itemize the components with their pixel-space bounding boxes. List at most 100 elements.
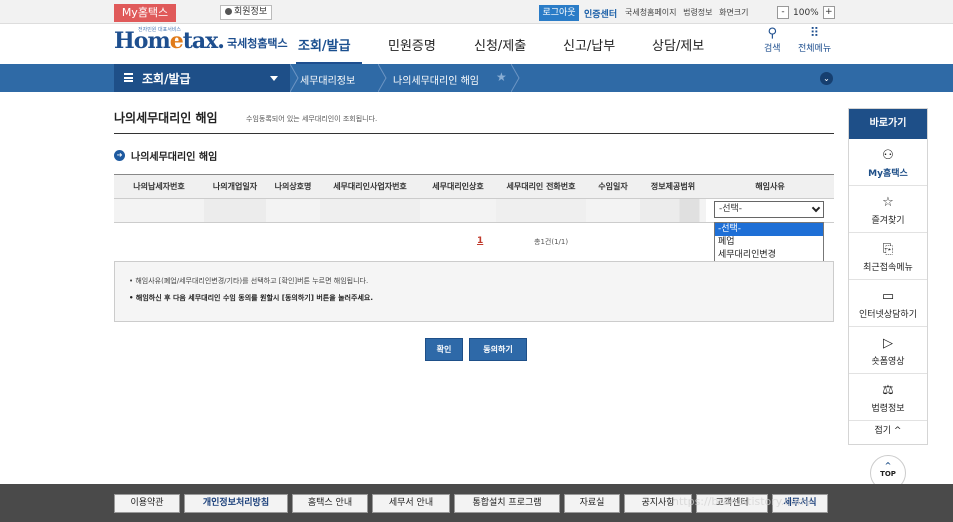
col-dismiss-reason: 해임사유 <box>755 182 785 191</box>
member-info-button[interactable]: 회원정보 <box>220 5 273 20</box>
utility-bar: My홈택스 회원정보 로그아웃 인증센터 국세청홈페이지 법령정보 화면크기 -… <box>0 0 953 24</box>
col-open-date: 나의개업일자 <box>212 182 258 191</box>
breadcrumb-current-page[interactable]: 나의세무대리인 해임 <box>393 72 479 87</box>
section-title-text: 나의세무대리인 해임 <box>131 152 218 163</box>
nts-homepage-link[interactable]: 국세청홈페이지 <box>625 8 677 17</box>
cell-agent-business-number <box>320 199 420 222</box>
all-menu-button[interactable]: ⠿ 전체메뉴 <box>798 26 832 55</box>
confirm-button[interactable]: 확인 <box>425 338 463 361</box>
breadcrumb-tax-agent-info[interactable]: 세무대리정보 <box>300 72 355 87</box>
arrow-right-circle-icon: ➜ <box>114 150 125 161</box>
dismiss-reason-select[interactable]: -선택- <box>714 201 824 218</box>
play-icon: ▷ <box>883 336 893 351</box>
quick-my-hometax-label: My홈택스 <box>868 169 908 179</box>
cell-open-date <box>204 199 266 222</box>
monitor-chat-icon: ▭ <box>881 289 895 304</box>
col-agent-business-number: 세무대리인사업자번호 <box>333 182 407 191</box>
scroll-top-label: TOP <box>880 470 896 478</box>
col-engagement-date: 수임일자 <box>598 182 628 191</box>
breadcrumb-main-menu[interactable]: 조회/발급 <box>114 64 290 92</box>
grid-menu-icon: ⠿ <box>809 26 820 41</box>
footer-archive-link[interactable]: 자료실 <box>564 494 620 513</box>
nav-report-pay[interactable]: 신고/납부 <box>563 35 652 54</box>
quick-menu: 바로가기 ⚇ My홈택스 ☆ 즐겨찾기 ⎘ 최근접속메뉴 ▭ 인터넷상담하기 ▷… <box>848 108 928 445</box>
col-taxpayer-number: 나의납세자번호 <box>133 182 185 191</box>
law-info-link[interactable]: 법령정보 <box>683 8 712 17</box>
global-nav: 조회/발급 민원증명 신청/제출 신고/납부 상담/제보 <box>298 35 712 54</box>
breadcrumb-separator-icon <box>511 64 520 92</box>
person-icon <box>225 8 232 15</box>
quick-law-info[interactable]: ⚖ 법령정보 <box>849 374 927 421</box>
zoom-out-button[interactable]: - <box>777 6 789 19</box>
quick-short-video[interactable]: ▷ 숏폼영상 <box>849 327 927 374</box>
footer-terms-link[interactable]: 이용약관 <box>114 494 180 513</box>
star-icon: ☆ <box>882 195 894 210</box>
col-business-name: 나의상호명 <box>274 182 312 191</box>
nav-consult-report[interactable]: 상담/제보 <box>652 35 712 54</box>
zoom-control: - 100% + <box>777 4 835 21</box>
quick-menu-fold-button[interactable]: 접기 ^ <box>849 421 927 441</box>
chevron-down-icon[interactable]: ⌄ <box>820 72 833 85</box>
watermark-url: https://brand.tistory.com/ <box>672 495 812 508</box>
footer-tax-office-link[interactable]: 세무서 안내 <box>372 494 450 513</box>
quick-recent-menu[interactable]: ⎘ 최근접속메뉴 <box>849 233 927 280</box>
search-button[interactable]: ⚲ 검색 <box>764 27 781 55</box>
all-menu-label: 전체메뉴 <box>798 44 832 54</box>
nav-lookup-issue[interactable]: 조회/발급 <box>298 35 388 54</box>
quick-recent-menu-label: 최근접속메뉴 <box>863 263 913 273</box>
breadcrumb-separator-icon <box>290 64 299 92</box>
cell-taxpayer-number <box>114 199 204 222</box>
favorite-star-icon[interactable]: ★ <box>496 70 507 84</box>
cert-center-link[interactable]: 인증센터 <box>584 7 617 20</box>
hometax-logo[interactable]: 전자민원 대표서비스 Hometax. 국세청홈택스 <box>114 27 288 54</box>
section-title: ➜ 나의세무대리인 해임 <box>114 148 217 163</box>
site-header: 전자민원 대표서비스 Hometax. 국세청홈택스 조회/발급 민원증명 신청… <box>0 24 953 64</box>
recent-menu-icon: ⎘ <box>882 242 894 257</box>
nav-apply-submit[interactable]: 신청/제출 <box>474 35 563 54</box>
notice-line-1: • 해임사유(폐업/세무대리인변경/기타)를 선택하고 [확인]버튼 누르면 해… <box>129 277 369 285</box>
hamburger-icon <box>124 73 133 82</box>
table-header-row: 나의납세자번호 나의개업일자 나의상호명 세무대리인사업자번호 세무대리인상호 … <box>114 175 834 199</box>
gavel-icon: ⚖ <box>882 383 894 398</box>
my-hometax-button[interactable]: My홈택스 <box>114 4 176 22</box>
quick-my-hometax[interactable]: ⚇ My홈택스 <box>849 139 927 186</box>
page-title: 나의세무대리인 해임 <box>114 111 218 125</box>
page-number-current[interactable]: 1 <box>477 236 483 246</box>
dismiss-reason-value: -선택- <box>719 204 743 214</box>
utility-links: 국세청홈페이지 법령정보 화면크기 <box>625 7 753 18</box>
footer-hometax-guide-link[interactable]: 홈택스 안내 <box>292 494 368 513</box>
notice-line-2: • 해임하신 후 다음 세무대리인 수임 동의를 원할시 [동의하기] 버튼을 … <box>129 294 373 302</box>
breadcrumb-main-label: 조회/발급 <box>142 72 191 86</box>
footer-privacy-link[interactable]: 개인정보처리방침 <box>184 494 288 513</box>
chevron-up-icon: ^ <box>884 461 892 470</box>
logout-button[interactable]: 로그아웃 <box>539 5 579 21</box>
cell-info-scope <box>640 199 706 222</box>
screen-size-label: 화면크기 <box>719 8 749 17</box>
quick-short-video-label: 숏폼영상 <box>871 357 905 367</box>
title-divider <box>114 133 834 134</box>
quick-favorites[interactable]: ☆ 즐겨찾기 <box>849 186 927 233</box>
search-label: 검색 <box>764 44 781 54</box>
nav-civil-certificate[interactable]: 민원증명 <box>388 35 474 54</box>
option-closed-business[interactable]: 폐업 <box>715 236 823 249</box>
zoom-value: 100% <box>793 7 819 18</box>
option-select[interactable]: -선택- <box>715 223 823 236</box>
footer-install-program-link[interactable]: 통합설치 프로그램 <box>454 494 560 513</box>
quick-law-info-label: 법령정보 <box>871 404 905 414</box>
cell-business-name <box>266 199 320 222</box>
member-info-label: 회원정보 <box>234 7 268 17</box>
col-agent-name: 세무대리인상호 <box>432 182 484 191</box>
breadcrumb-separator-icon <box>378 64 387 92</box>
col-agent-phone: 세무대리인 전화번호 <box>506 182 576 191</box>
zoom-in-button[interactable]: + <box>822 6 835 19</box>
quick-menu-header: 바로가기 <box>849 109 927 139</box>
logo-korean-name: 국세청홈택스 <box>226 37 288 50</box>
chevron-down-icon <box>811 203 821 213</box>
cell-engagement-date <box>586 199 640 222</box>
result-count: 총1건(1/1) <box>534 238 569 246</box>
cell-agent-phone <box>496 199 586 222</box>
agree-button[interactable]: 동의하기 <box>469 338 527 361</box>
caret-down-icon <box>270 76 278 81</box>
quick-online-consult[interactable]: ▭ 인터넷상담하기 <box>849 280 927 327</box>
col-info-scope: 정보제공범위 <box>650 182 696 191</box>
